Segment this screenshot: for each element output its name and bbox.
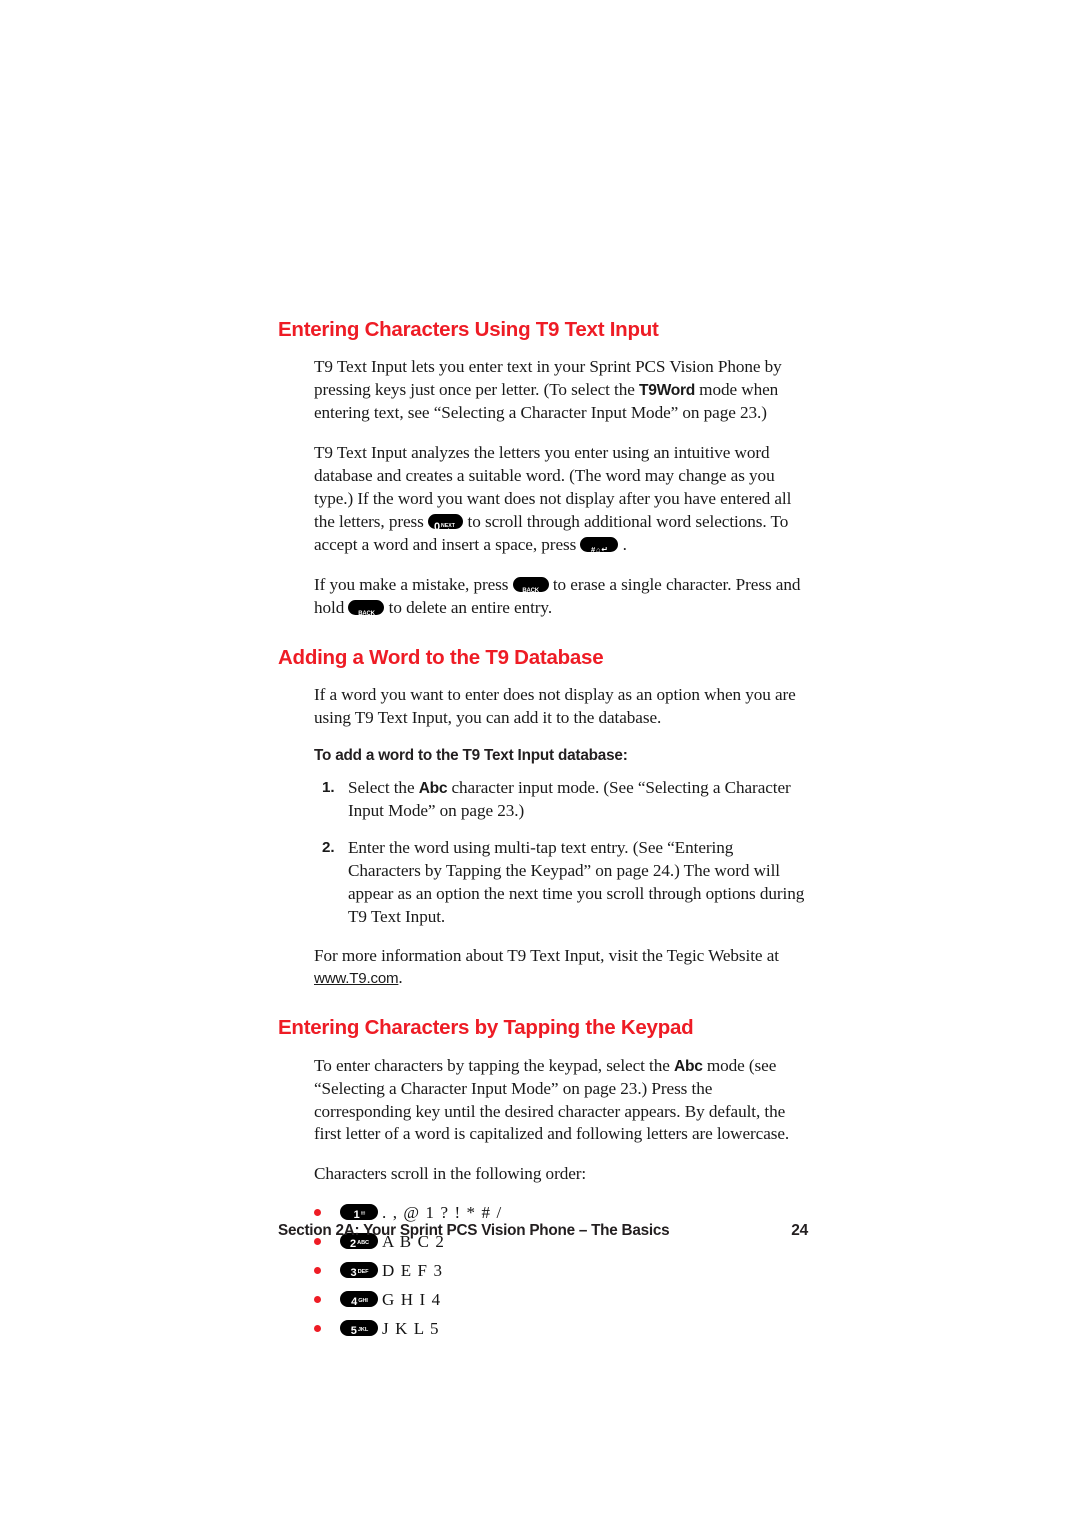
paragraph-t9-intro: T9 Text Input lets you enter text in you… xyxy=(278,356,808,425)
key-5-label: JKL xyxy=(357,1326,369,1333)
step-item-2: 2. Enter the word using multi-tap text en… xyxy=(278,837,808,929)
key-slot-5: 5JKL xyxy=(314,1319,382,1339)
key-back-label-1: BACK xyxy=(522,587,539,592)
key-slot-3: 3DEF xyxy=(314,1261,382,1281)
t9word-mode-label: T9Word xyxy=(639,382,695,400)
char-sequence-1: . , @ 1 ? ! * # / xyxy=(382,1203,503,1223)
char-sequence-5: J K L 5 xyxy=(382,1319,440,1339)
footer-section-label: Section 2A: Your Sprint PCS Vision Phone… xyxy=(278,1222,670,1239)
paragraph-scroll-order: Characters scroll in the following order… xyxy=(314,1164,587,1184)
more-info-text-a: For more information about T9 Text Input… xyxy=(314,945,779,965)
char-sequence-3: D E F 3 xyxy=(382,1261,444,1281)
key-5-icon: 5JKL xyxy=(340,1319,378,1336)
key-space-glyph-3: ↵ xyxy=(601,544,608,552)
key-zero-plus: + xyxy=(447,528,451,529)
key-slot-1: 1✉ xyxy=(314,1203,382,1223)
manual-page: Entering Characters Using T9 Text Input … xyxy=(0,0,1080,1528)
key-4-label: GHI xyxy=(358,1297,368,1304)
key-1-label: ✉ xyxy=(360,1210,366,1217)
step-2-text-a: Enter the word using multi-tap text entr… xyxy=(348,837,805,926)
key-4-digit: 4 xyxy=(351,1296,358,1307)
step-number-1: 1. xyxy=(322,778,335,796)
t9-analysis-part-c: . xyxy=(618,534,627,554)
t9-mistake-part-c: to delete an entire entry. xyxy=(384,597,553,617)
paragraph-more-info: For more information about T9 Text Input… xyxy=(278,945,808,991)
key-space-icon: #⌂↵ xyxy=(580,536,619,552)
key-1-icon: 1✉ xyxy=(340,1203,378,1220)
char-row-key-1: 1✉ . , @ 1 ? ! * # / xyxy=(278,1203,808,1223)
heading-adding-word-t9-database: Adding a Word to the T9 Database xyxy=(278,645,604,669)
subheading-add-word-procedure: To add a word to the T9 Text Input datab… xyxy=(314,746,628,764)
key-3-icon: 3DEF xyxy=(340,1261,378,1278)
key-4-icon: 4GHI xyxy=(340,1290,378,1307)
key-3-digit: 3 xyxy=(350,1267,357,1278)
key-3-label: DEF xyxy=(357,1268,369,1275)
key-space-glyph-2: ⌂ xyxy=(596,546,601,552)
step-1-text-a: Select the xyxy=(348,777,419,797)
key-back-icon-1: BACK xyxy=(512,576,549,592)
char-row-key-5: 5JKL J K L 5 xyxy=(278,1319,808,1339)
char-row-key-3: 3DEF D E F 3 xyxy=(278,1261,808,1281)
heading-entering-characters-tapping: Entering Characters by Tapping the Keypa… xyxy=(278,1016,694,1040)
key-5-digit: 5 xyxy=(350,1325,357,1336)
more-info-text-b: . xyxy=(398,968,403,988)
paragraph-tapping-intro: To enter characters by tapping the keypa… xyxy=(278,1055,808,1147)
key-zero-next-icon: 0NEXT+ xyxy=(427,513,464,529)
step-number-2: 2. xyxy=(322,838,335,856)
step-item-1: 1. Select the Abc character input mode. (… xyxy=(278,777,808,823)
char-row-key-4: 4GHI G H I 4 xyxy=(278,1290,808,1310)
page-content: Entering Characters Using T9 Text Input … xyxy=(278,318,808,1348)
key-1-digit: 1 xyxy=(353,1209,360,1220)
abc-mode-label-tapping: Abc xyxy=(674,1057,703,1075)
key-back-icon-2: BACK xyxy=(348,599,385,615)
key-2-label: ABC xyxy=(357,1239,369,1246)
key-zero-digit: 0 xyxy=(433,520,441,529)
key-space-glyph-1: # xyxy=(591,544,596,552)
paragraph-t9-analysis: T9 Text Input analyzes the letters you e… xyxy=(278,442,808,557)
heading-entering-characters-t9: Entering Characters Using T9 Text Input xyxy=(278,318,659,341)
key-back-label-2: BACK xyxy=(358,610,375,615)
tegic-website-link[interactable]: www.T9.com xyxy=(314,970,399,987)
tapping-intro-part-a: To enter characters by tapping the keypa… xyxy=(314,1055,675,1075)
footer-page-number: 24 xyxy=(791,1222,808,1239)
paragraph-t9-mistake: If you make a mistake, press BACK to era… xyxy=(278,574,808,620)
t9-mistake-part-a: If you make a mistake, press xyxy=(314,574,513,594)
key-slot-4: 4GHI xyxy=(314,1290,382,1310)
abc-mode-label-step1: Abc xyxy=(418,779,448,797)
page-footer: Section 2A: Your Sprint PCS Vision Phone… xyxy=(278,1222,808,1240)
char-sequence-4: G H I 4 xyxy=(382,1290,442,1310)
paragraph-adding-word-intro: If a word you want to enter does not dis… xyxy=(314,684,796,727)
procedure-add-word-steps: 1. Select the Abc character input mode. (… xyxy=(278,777,808,929)
